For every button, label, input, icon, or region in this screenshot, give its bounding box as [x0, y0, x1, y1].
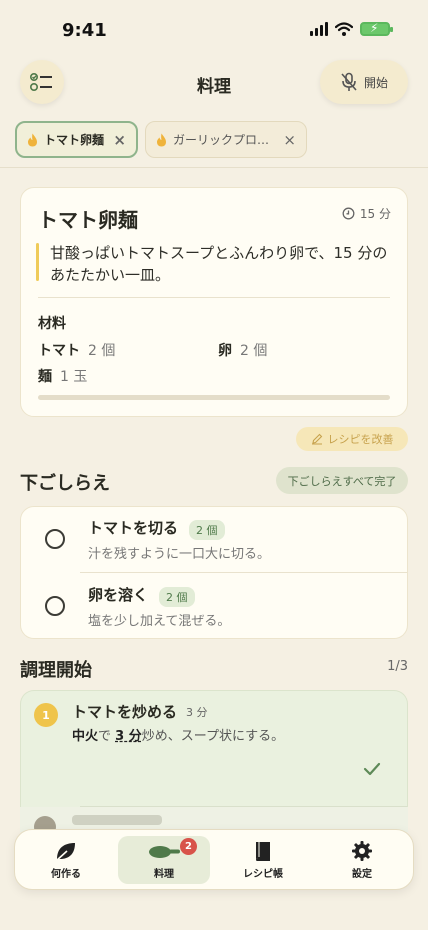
description-accent-bar [36, 243, 39, 281]
leaf-icon [55, 843, 75, 862]
step-description: 中火で 3 分炒め、スープ状にする。 [72, 725, 284, 744]
nav-recipe-book[interactable]: レシピ帳 [217, 836, 309, 884]
nav-settings[interactable]: 設定 [316, 836, 408, 884]
close-tab-icon[interactable]: × [283, 131, 296, 149]
ingredient-qty: 2 個 [88, 343, 116, 359]
recipe-time: 15 分 [342, 205, 391, 222]
ingredient-name: 麺 [38, 369, 52, 385]
ingredient-qty: 2 個 [240, 343, 268, 359]
cooking-progress-bar [38, 395, 390, 400]
prep-item-note: 塩を少し加えて混ぜる。 [88, 614, 231, 629]
step-counter: 1/3 [387, 659, 408, 674]
frying-pan-icon [149, 846, 180, 858]
qty-badge: 2 個 [189, 520, 225, 540]
step-done-check-icon[interactable] [363, 761, 381, 782]
step-number-badge: 1 [34, 703, 58, 727]
nav-label: 設定 [352, 869, 372, 880]
nav-what-to-make[interactable]: 何作る [20, 836, 112, 884]
prep-item-note: 汁を残すように一口大に切る。 [88, 547, 271, 562]
flame-icon [28, 133, 37, 146]
flame-icon [157, 133, 166, 146]
cellular-signal-icon [310, 22, 328, 36]
card-divider [38, 297, 390, 298]
nav-label: レシピ帳 [243, 869, 283, 880]
prep-item-name: トマトを切る [88, 519, 179, 537]
status-icons: ⚡ [310, 21, 393, 36]
improve-recipe-button[interactable]: レシピを改善 [296, 427, 408, 451]
header-divider [0, 167, 428, 168]
close-tab-icon[interactable]: × [113, 131, 126, 149]
battery-icon: ⚡ [360, 21, 393, 36]
ingredient-name: 卵 [218, 343, 232, 359]
status-time: 9:41 [62, 20, 107, 41]
nav-label: 何作る [51, 869, 81, 880]
ingredient-qty: 1 玉 [60, 369, 88, 385]
ingredient-item: 麺 1 玉 [38, 366, 87, 386]
mic-off-icon [341, 72, 357, 91]
nav-label: 料理 [154, 869, 174, 880]
next-step-placeholder [72, 815, 162, 825]
clock-icon [342, 207, 355, 220]
prep-checkbox[interactable] [45, 596, 65, 616]
ingredient-item: 卵 2 個 [218, 340, 267, 360]
ingredient-item: トマト 2 個 [38, 340, 115, 360]
wifi-icon [335, 22, 353, 36]
step-desc-rest: 炒め、スープ状にする。 [141, 729, 285, 744]
tab-recipe-2[interactable]: ガーリックプロ… × [145, 121, 307, 158]
improve-label: レシピを改善 [327, 433, 394, 446]
heat-level: 中火 [72, 729, 99, 744]
tab-label: トマト卵麺 [44, 133, 105, 147]
pencil-icon [311, 433, 322, 445]
cooking-section-title: 調理開始 [20, 660, 92, 681]
ingredients-heading: 材料 [38, 316, 66, 332]
step-title: トマトを炒める [72, 703, 178, 721]
step-time-highlight[interactable]: 3 分 [115, 729, 142, 744]
recipe-description: 甘酸っぱいトマトスープとふんわり卵で、15 分のあたたかい一皿。 [50, 244, 388, 284]
prep-section-title: 下ごしらえ [20, 473, 110, 494]
complete-all-prep-button[interactable]: 下ごしらえすべて完了 [276, 467, 408, 494]
step-duration: 3 分 [186, 706, 208, 719]
ingredient-name: トマト [38, 343, 80, 359]
start-label: 開始 [363, 75, 388, 90]
step-desc-mid: で [98, 729, 112, 744]
prep-divider [80, 572, 407, 573]
gear-icon [352, 841, 372, 861]
tab-label: ガーリックプロ… [173, 133, 270, 147]
recipe-title: トマト卵麺 [38, 208, 138, 232]
prep-item-name: 卵を溶く [88, 586, 149, 604]
recipe-time-text: 15 分 [359, 207, 391, 221]
voice-start-button[interactable]: 開始 [320, 60, 408, 104]
prep-checkbox[interactable] [45, 529, 65, 549]
cooking-count-badge: 2 [180, 838, 197, 855]
tab-recipe-1[interactable]: トマト卵麺 × [15, 121, 138, 158]
book-icon [256, 842, 270, 861]
qty-badge: 2 個 [159, 587, 195, 607]
